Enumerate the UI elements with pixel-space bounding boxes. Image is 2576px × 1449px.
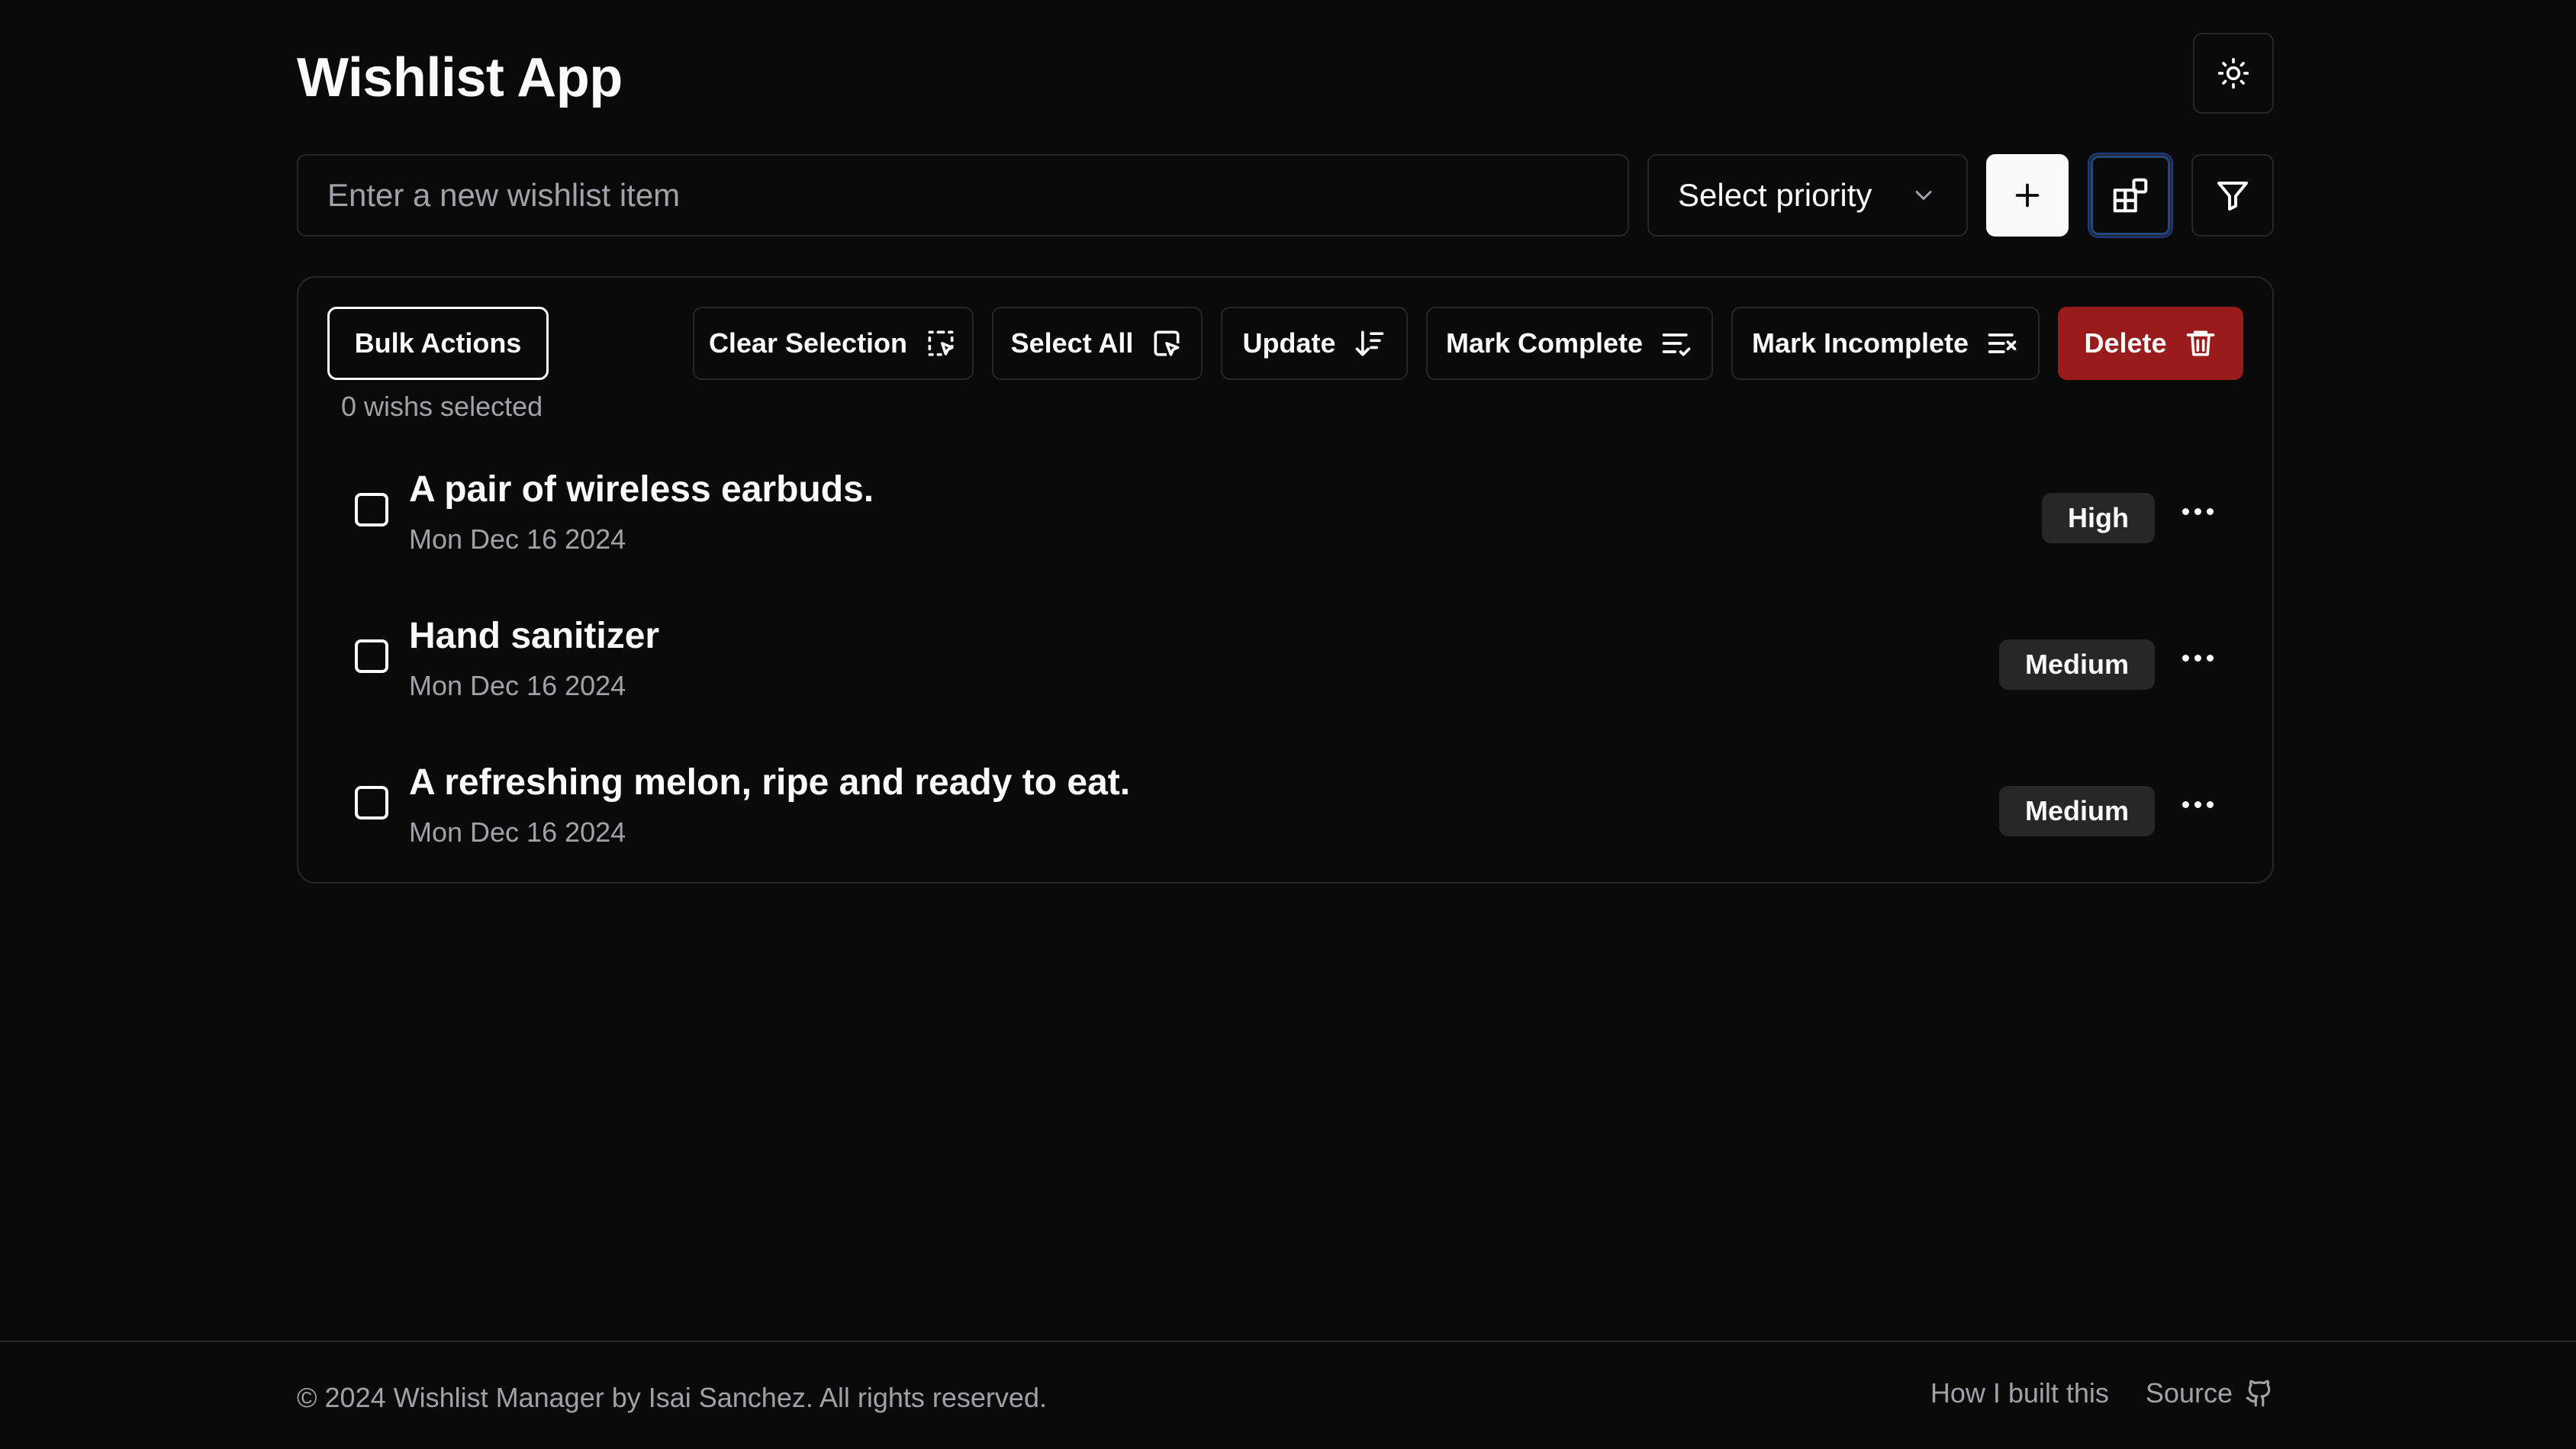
more-icon-dot [2194, 507, 2201, 515]
delete-label: Delete [2084, 327, 2167, 359]
copyright-text: © 2024 Wishlist Manager by Isai Sanchez.… [297, 1382, 1047, 1413]
page-title: Wishlist App [297, 47, 623, 108]
theme-toggle-button[interactable] [2193, 33, 2274, 114]
priority-badge: High [2042, 493, 2155, 543]
layout-toggle-button[interactable] [2089, 154, 2172, 237]
filter-icon [2217, 182, 2248, 211]
item-menu-button[interactable] [2175, 781, 2220, 827]
mark-incomplete-button[interactable]: Mark Incomplete [1731, 307, 2040, 380]
clear-selection-label: Clear Selection [708, 327, 908, 359]
plus-icon [2015, 183, 2040, 208]
list-item: Hand sanitizer Mon Dec 16 2024 Medium [298, 606, 2275, 720]
how-built-link[interactable]: How I built this [1930, 1377, 2109, 1409]
mark-incomplete-label: Mark Incomplete [1751, 327, 1969, 359]
wishlist-panel: Bulk Actions 0 wishs selected Clear Sele… [297, 276, 2274, 884]
more-icon-dot [2206, 800, 2214, 808]
more-icon [2182, 507, 2189, 515]
mark-complete-label: Mark Complete [1445, 327, 1644, 359]
add-item-toolbar: Select priority [297, 154, 2274, 237]
update-button[interactable]: Update [1221, 307, 1408, 380]
dashed-select-icon [928, 330, 954, 356]
item-date: Mon Dec 16 2024 [409, 523, 626, 555]
more-icon-dot [2194, 654, 2201, 662]
priority-select-label: Select priority [1678, 177, 1872, 213]
page-footer: © 2024 Wishlist Manager by Isai Sanchez.… [0, 1341, 2576, 1449]
more-icon [2182, 654, 2189, 662]
trash-icon [2186, 330, 2214, 356]
clear-selection-button[interactable]: Clear Selection [693, 307, 974, 380]
cursor-select-icon [1154, 330, 1180, 356]
github-icon [2246, 1380, 2271, 1407]
sun-icon [2217, 57, 2249, 89]
priority-badge: Medium [1998, 786, 2155, 836]
item-checkbox[interactable] [355, 786, 388, 819]
layout-icon [2113, 178, 2148, 213]
selected-count: 0 wishs selected [341, 391, 543, 422]
item-checkbox[interactable] [355, 493, 388, 526]
more-icon [2182, 800, 2189, 808]
select-all-label: Select All [1010, 327, 1134, 359]
item-date: Mon Dec 16 2024 [409, 816, 626, 848]
list-item: A refreshing melon, ripe and ready to ea… [298, 752, 2275, 867]
list-item: A pair of wireless earbuds. Mon Dec 16 2… [298, 459, 2275, 574]
update-label: Update [1242, 327, 1336, 359]
delete-button[interactable]: Delete [2058, 307, 2243, 380]
add-item-button[interactable] [1986, 154, 2069, 237]
more-icon-dot [2206, 654, 2214, 662]
list-x-icon [1988, 333, 2017, 353]
bulk-actions-button[interactable]: Bulk Actions [327, 307, 549, 380]
mark-complete-button[interactable]: Mark Complete [1426, 307, 1713, 380]
source-link[interactable]: Source [2146, 1377, 2274, 1409]
item-title: A pair of wireless earbuds. [409, 469, 874, 510]
more-icon-dot [2206, 507, 2214, 515]
item-title: A refreshing melon, ripe and ready to ea… [409, 762, 1131, 803]
item-title: Hand sanitizer [409, 616, 660, 656]
footer-links: How I built this Source [1930, 1377, 2274, 1409]
more-icon-dot [2194, 800, 2201, 808]
list-check-icon [1662, 333, 1691, 356]
item-checkbox[interactable] [355, 639, 388, 673]
priority-badge: Medium [1998, 639, 2155, 690]
item-menu-button[interactable] [2175, 635, 2220, 681]
chevron-down-icon [1915, 191, 1932, 200]
new-item-input[interactable] [297, 154, 1629, 237]
filter-button[interactable] [2191, 154, 2274, 237]
source-link-label: Source [2145, 1377, 2233, 1409]
item-menu-button[interactable] [2175, 488, 2220, 534]
priority-select[interactable]: Select priority [1647, 154, 1968, 237]
select-all-button[interactable]: Select All [992, 307, 1203, 380]
item-date: Mon Dec 16 2024 [409, 670, 626, 701]
sort-icon [1355, 330, 1383, 356]
